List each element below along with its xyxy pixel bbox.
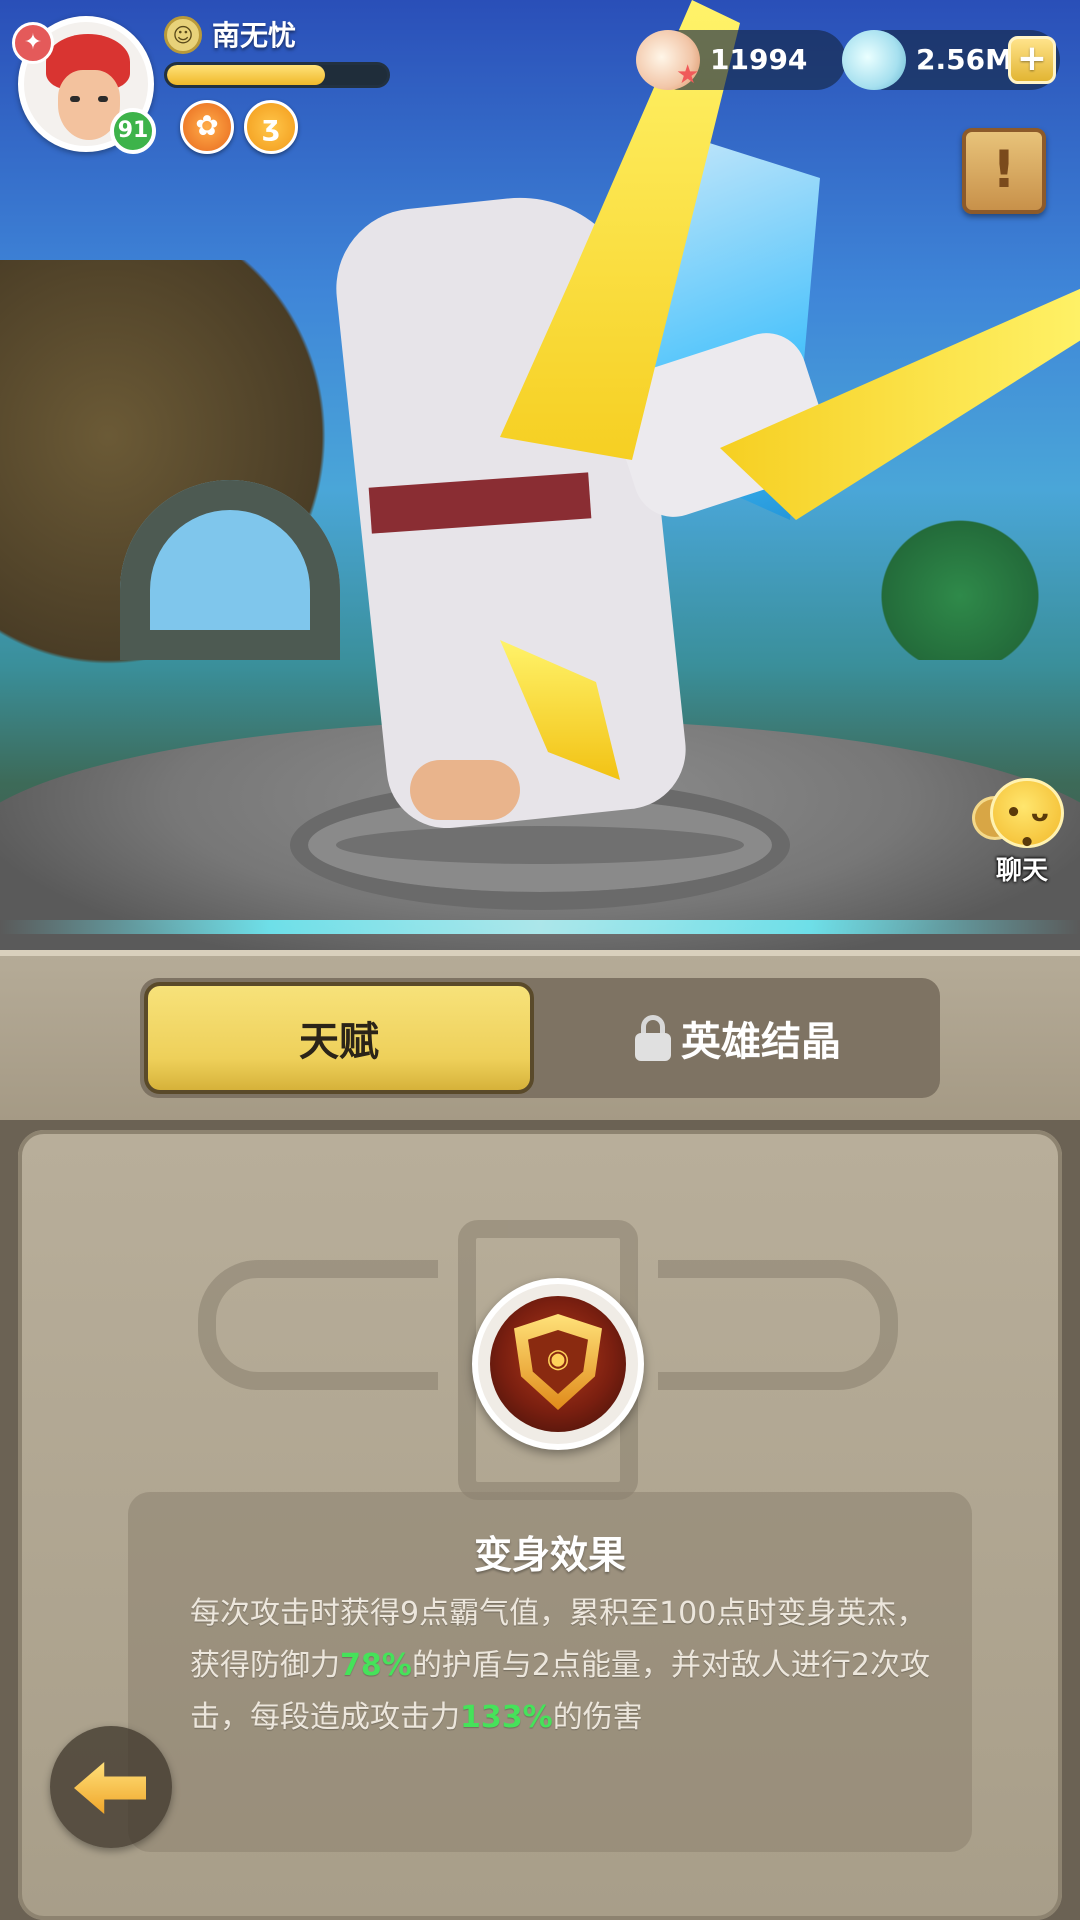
clam-gem-icon bbox=[842, 30, 906, 90]
desc-text: 的伤害 bbox=[552, 1700, 643, 1735]
tab-hero-crystal[interactable]: 英雄结晶 bbox=[540, 982, 936, 1094]
starfish-icon: ★ bbox=[676, 60, 700, 90]
rank-emblem-icon: ☺ bbox=[164, 16, 202, 54]
tab-hero-crystal-label: 英雄结晶 bbox=[681, 1019, 841, 1065]
experience-bar bbox=[164, 62, 390, 88]
hero-scene bbox=[0, 0, 1080, 980]
desc-value-defense: 78% bbox=[340, 1648, 412, 1683]
talent-title: 变身效果 bbox=[473, 1533, 626, 1577]
buff-speed-badge-icon[interactable]: ʒ bbox=[244, 100, 298, 154]
talent-description-box: 变身效果 每次攻击时获得9点霸气值，累积至100点时变身英杰，获得防御力78%的… bbox=[128, 1492, 972, 1852]
tab-bar: 天赋 英雄结晶 bbox=[0, 950, 1080, 1120]
tab-talent-label: 天赋 bbox=[299, 1019, 379, 1065]
lock-icon bbox=[635, 1015, 671, 1061]
exclamation-icon: ! bbox=[992, 140, 1016, 200]
chat-button[interactable]: • ᴗ • 聊天 bbox=[972, 778, 1080, 888]
currency-gems[interactable]: 2.56M + bbox=[842, 30, 1060, 90]
shield-talent-icon[interactable]: ◉ bbox=[472, 1278, 644, 1450]
desc-value-attack: 133% bbox=[460, 1700, 553, 1735]
back-button[interactable] bbox=[50, 1726, 172, 1848]
buff-orange-badge-icon[interactable]: ✿ bbox=[180, 100, 234, 154]
chat-label: 聊天 bbox=[995, 856, 1048, 886]
experience-fill bbox=[167, 65, 326, 85]
hero-foot bbox=[410, 760, 520, 820]
gems-amount: 2.56M bbox=[916, 43, 1013, 76]
shells-amount: 11994 bbox=[710, 43, 808, 76]
avatar-eye bbox=[70, 96, 80, 102]
player-name: 南无忧 bbox=[212, 19, 297, 52]
platform-glow bbox=[0, 920, 1080, 934]
currency-shells[interactable]: ★ 11994 bbox=[636, 30, 846, 90]
back-arrow-icon bbox=[74, 1762, 146, 1814]
tab-rail: 天赋 英雄结晶 bbox=[140, 978, 940, 1098]
chat-smile-icon: • ᴗ • bbox=[1005, 798, 1049, 858]
stone-panel: ◉ 变身效果 每次攻击时获得9点霸气值，累积至100点时变身英杰，获得防御力78… bbox=[18, 1130, 1062, 1920]
avatar-eye bbox=[98, 96, 108, 102]
talent-description: 每次攻击时获得9点霸气值，累积至100点时变身英杰，获得防御力78%的护盾与2点… bbox=[190, 1588, 930, 1744]
add-currency-button[interactable]: + bbox=[1008, 36, 1056, 84]
avatar-notification-icon[interactable]: ✦ bbox=[12, 22, 54, 64]
quest-scroll-icon[interactable]: ! bbox=[962, 128, 1046, 214]
tab-talent[interactable]: 天赋 bbox=[144, 982, 534, 1094]
player-level-badge: 91 bbox=[110, 108, 156, 154]
